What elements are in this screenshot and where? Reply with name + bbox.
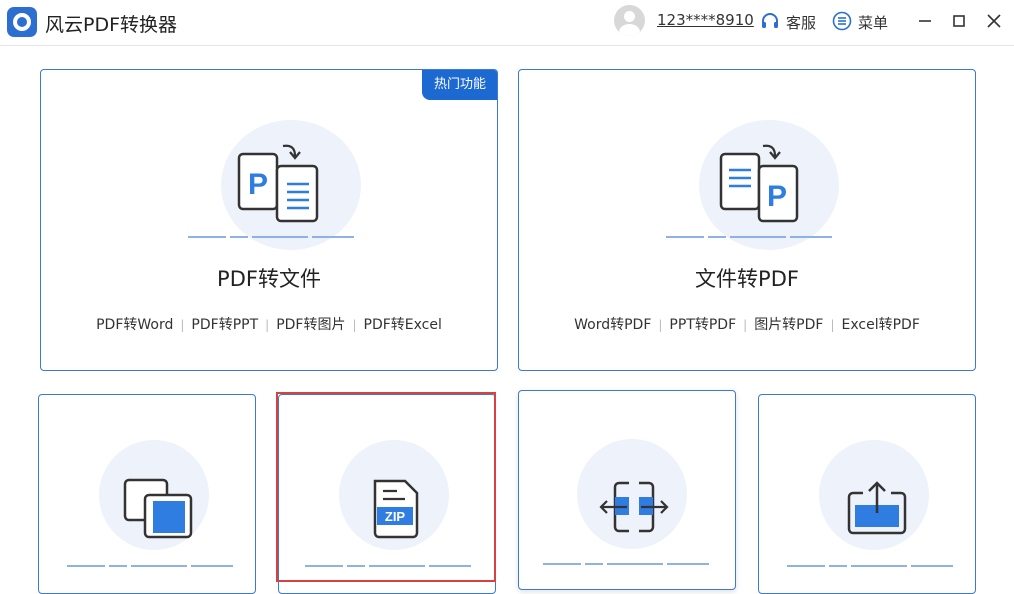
link-ppt-to-pdf[interactable]: PPT转PDF	[669, 317, 736, 333]
link-pdf-to-word[interactable]: PDF转Word	[96, 317, 173, 333]
headset-icon[interactable]	[760, 11, 780, 31]
card-pdf-to-file[interactable]: 热门功能 P PDF转文件 PDF转Word | PDF转PPT | PDF转图片 | PD…	[40, 69, 498, 371]
username-link[interactable]: 123****8910	[657, 11, 754, 29]
link-excel-to-pdf[interactable]: Excel转PDF	[842, 317, 920, 333]
decorative-line	[666, 236, 832, 238]
card-title: PDF转文件	[217, 267, 321, 291]
card-split-merge[interactable]	[518, 390, 736, 590]
link-pdf-to-excel[interactable]: PDF转Excel	[364, 317, 442, 333]
app-title: 风云PDF转换器	[45, 14, 178, 36]
copy-page-icon	[123, 478, 193, 539]
avatar[interactable]	[614, 5, 645, 36]
pdf-letter-icon: P	[767, 180, 787, 213]
zip-file-icon: ZIP	[373, 479, 419, 539]
separator: |	[352, 318, 357, 332]
split-pages-icon	[599, 481, 669, 533]
link-pdf-to-ppt[interactable]: PDF转PPT	[191, 317, 258, 333]
menu-icon[interactable]	[832, 11, 852, 31]
link-pdf-to-image[interactable]: PDF转图片	[276, 317, 345, 333]
link-word-to-pdf[interactable]: Word转PDF	[574, 317, 651, 333]
minimize-icon[interactable]	[913, 9, 937, 33]
link-image-to-pdf[interactable]: 图片转PDF	[754, 317, 823, 333]
zip-label: ZIP	[385, 509, 406, 524]
decorative-line	[305, 565, 471, 567]
separator: |	[180, 318, 185, 332]
decorative-line	[188, 236, 354, 238]
title-bar: 风云PDF转换器 123****8910 客服 菜单	[0, 0, 1014, 46]
separator: |	[830, 318, 835, 332]
app-logo-icon	[7, 7, 37, 37]
card-zip-compress[interactable]: ZIP	[278, 394, 496, 594]
decorative-line	[67, 565, 233, 567]
card-copy-tool[interactable]	[38, 394, 256, 594]
file-to-pdf-icon: P	[719, 144, 799, 223]
customer-service-button[interactable]: 客服	[786, 12, 816, 33]
pdf-to-file-icon: P	[237, 144, 319, 223]
card-file-to-pdf[interactable]: P 文件转PDF Word转PDF | PPT转PDF | 图片转PDF | Excel转P…	[518, 69, 976, 371]
close-icon[interactable]	[982, 9, 1006, 33]
separator: |	[265, 318, 270, 332]
sublinks-file-to-pdf: Word转PDF | PPT转PDF | 图片转PDF | Excel转PDF	[519, 314, 975, 334]
menu-button[interactable]: 菜单	[858, 12, 888, 33]
pdf-letter-icon: P	[248, 168, 268, 201]
separator: |	[743, 318, 748, 332]
card-export[interactable]	[758, 394, 976, 594]
hot-feature-badge: 热门功能	[422, 70, 497, 100]
sublinks-pdf-to-file: PDF转Word | PDF转PPT | PDF转图片 | PDF转Excel	[41, 314, 497, 334]
card-title: 文件转PDF	[695, 267, 799, 291]
separator: |	[658, 318, 663, 332]
decorative-line	[787, 565, 953, 567]
decorative-line	[543, 563, 709, 565]
maximize-icon[interactable]	[947, 9, 971, 33]
upload-export-icon	[847, 481, 907, 535]
